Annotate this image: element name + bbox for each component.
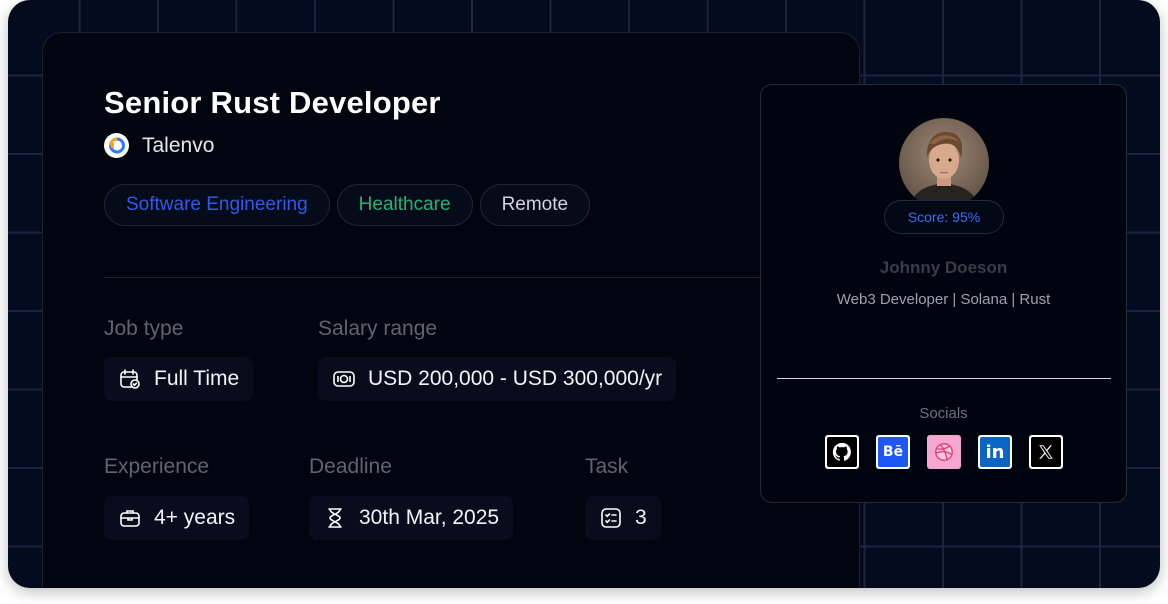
- calendar-check-icon: [118, 367, 142, 391]
- candidate-name: Johnny Doeson: [879, 258, 1008, 277]
- candidate-role: Web3 Developer | Solana | Rust: [836, 291, 1051, 308]
- task-value: 3: [585, 496, 661, 540]
- candidate-card: Score: 95% Johnny Doeson Web3 Developer …: [760, 84, 1127, 503]
- socials-label: Socials: [919, 405, 968, 422]
- company-name: Talenvo: [142, 133, 215, 157]
- tag-label: Healthcare: [358, 194, 451, 215]
- job-title: Senior Rust Developer: [104, 85, 441, 120]
- deadline-label: Deadline: [309, 455, 392, 478]
- dribbble-icon[interactable]: [927, 435, 961, 469]
- hourglass-icon: [323, 506, 347, 530]
- experience-value: 4+ years: [104, 496, 250, 540]
- avatar[interactable]: [899, 118, 989, 208]
- job-card: Senior Rust Developer Talenvo Software E…: [42, 32, 860, 588]
- tag-label: Software Engineering: [126, 194, 308, 215]
- github-icon[interactable]: [825, 435, 859, 469]
- deadline-text: 30th Mar, 2025: [359, 506, 500, 529]
- background-grid: Senior Rust Developer Talenvo Software E…: [8, 0, 1160, 588]
- salary-text: USD 200,000 - USD 300,000/yr: [368, 367, 663, 390]
- job-type-value: Full Time: [104, 357, 254, 401]
- task-text: 3: [635, 506, 647, 529]
- checklist-icon: [599, 506, 623, 530]
- score-badge: Score: 95%: [884, 200, 1004, 234]
- task-label: Task: [585, 455, 629, 478]
- salary-label: Salary range: [318, 317, 438, 340]
- experience-text: 4+ years: [154, 506, 236, 529]
- tag-label: Remote: [501, 194, 569, 215]
- salary-value: USD 200,000 - USD 300,000/yr: [318, 357, 677, 401]
- talenvo-logo-icon: [104, 133, 129, 158]
- company[interactable]: Talenvo: [104, 133, 214, 158]
- section-divider: [104, 277, 824, 278]
- behance-icon[interactable]: Bē: [876, 435, 910, 469]
- deadline-value: 30th Mar, 2025: [309, 496, 514, 540]
- job-type-text: Full Time: [154, 367, 240, 390]
- profile-divider: [777, 378, 1111, 379]
- experience-label: Experience: [104, 455, 210, 478]
- briefcase-icon: [118, 506, 142, 530]
- tag-software-engineering[interactable]: Software Engineering: [104, 184, 330, 226]
- job-tags: Software Engineering Healthcare Remote: [104, 184, 591, 226]
- tag-remote[interactable]: Remote: [479, 184, 591, 226]
- x-icon[interactable]: [1029, 435, 1063, 469]
- linkedin-icon[interactable]: in: [978, 435, 1012, 469]
- job-type-label: Job type: [104, 317, 184, 340]
- tag-healthcare[interactable]: Healthcare: [336, 184, 473, 226]
- money-icon: [332, 367, 356, 391]
- social-links: Bē in: [825, 435, 1063, 469]
